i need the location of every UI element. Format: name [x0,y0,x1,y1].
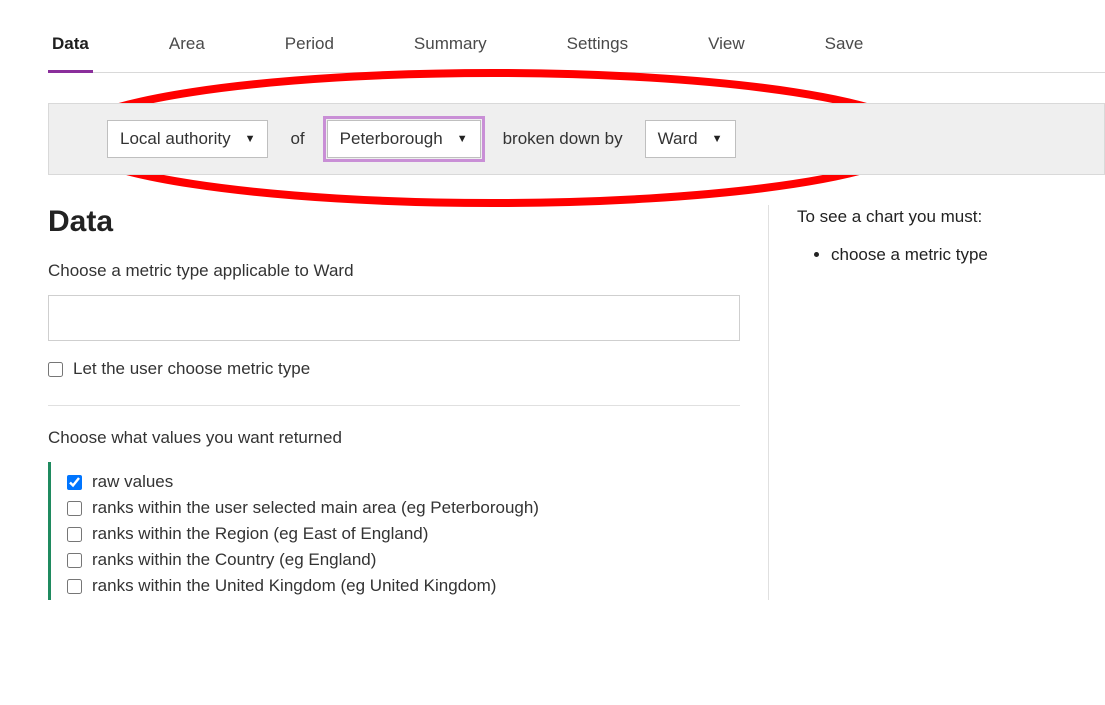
tab-save[interactable]: Save [821,34,868,73]
value-option-label: ranks within the United Kingdom (eg Unit… [92,576,496,596]
right-column: To see a chart you must: choose a metric… [768,205,1105,600]
left-column: Data Choose a metric type applicable to … [48,205,768,600]
chevron-down-icon: ▼ [712,133,723,145]
user-choose-metric-row[interactable]: Let the user choose metric type [48,359,740,379]
user-choose-metric-label: Let the user choose metric type [73,359,310,379]
value-option-row[interactable]: ranks within the United Kingdom (eg Unit… [67,576,740,596]
geography-type-select[interactable]: Local authority ▼ [107,120,268,158]
chart-hint-item: choose a metric type [831,243,1105,267]
value-option-row[interactable]: ranks within the Region (eg East of Engl… [67,524,740,544]
chart-hint-title: To see a chart you must: [797,207,1105,227]
value-option-checkbox[interactable] [67,527,82,542]
values-prompt: Choose what values you want returned [48,428,740,448]
value-option-row[interactable]: ranks within the Country (eg England) [67,550,740,570]
values-block: raw values ranks within the user selecte… [48,462,740,600]
filter-bar: Local authority ▼ of Peterborough ▼ brok… [48,103,1105,175]
value-option-label: ranks within the Country (eg England) [92,550,376,570]
tab-period[interactable]: Period [281,34,338,73]
value-option-label: ranks within the user selected main area… [92,498,539,518]
content-columns: Data Choose a metric type applicable to … [48,205,1105,600]
geography-type-value: Local authority [120,129,231,149]
value-option-row[interactable]: ranks within the user selected main area… [67,498,740,518]
area-value: Peterborough [340,129,443,149]
tab-area[interactable]: Area [165,34,209,73]
breakdown-select[interactable]: Ward ▼ [645,120,736,158]
tab-bar: Data Area Period Summary Settings View S… [48,34,1105,73]
value-option-checkbox[interactable] [67,475,82,490]
divider [48,405,740,406]
value-option-label: ranks within the Region (eg East of Engl… [92,524,428,544]
tab-data[interactable]: Data [48,34,93,73]
tab-view[interactable]: View [704,34,749,73]
value-option-checkbox[interactable] [67,501,82,516]
metric-prompt: Choose a metric type applicable to Ward [48,261,740,281]
user-choose-metric-checkbox[interactable] [48,362,63,377]
of-word: of [268,129,326,149]
metric-type-input[interactable] [48,295,740,341]
breakdown-value: Ward [658,129,698,149]
chevron-down-icon: ▼ [245,133,256,145]
filter-bar-wrap: Local authority ▼ of Peterborough ▼ brok… [48,103,1105,175]
value-option-checkbox[interactable] [67,579,82,594]
broken-down-by-word: broken down by [481,129,645,149]
page-root: Data Area Period Summary Settings View S… [0,34,1105,705]
tab-settings[interactable]: Settings [563,34,632,73]
value-option-row[interactable]: raw values [67,472,740,492]
section-title: Data [48,205,740,239]
chart-hint-list: choose a metric type [797,243,1105,267]
value-option-checkbox[interactable] [67,553,82,568]
chevron-down-icon: ▼ [457,133,468,145]
value-option-label: raw values [92,472,173,492]
area-select[interactable]: Peterborough ▼ [327,120,481,158]
tab-summary[interactable]: Summary [410,34,491,73]
